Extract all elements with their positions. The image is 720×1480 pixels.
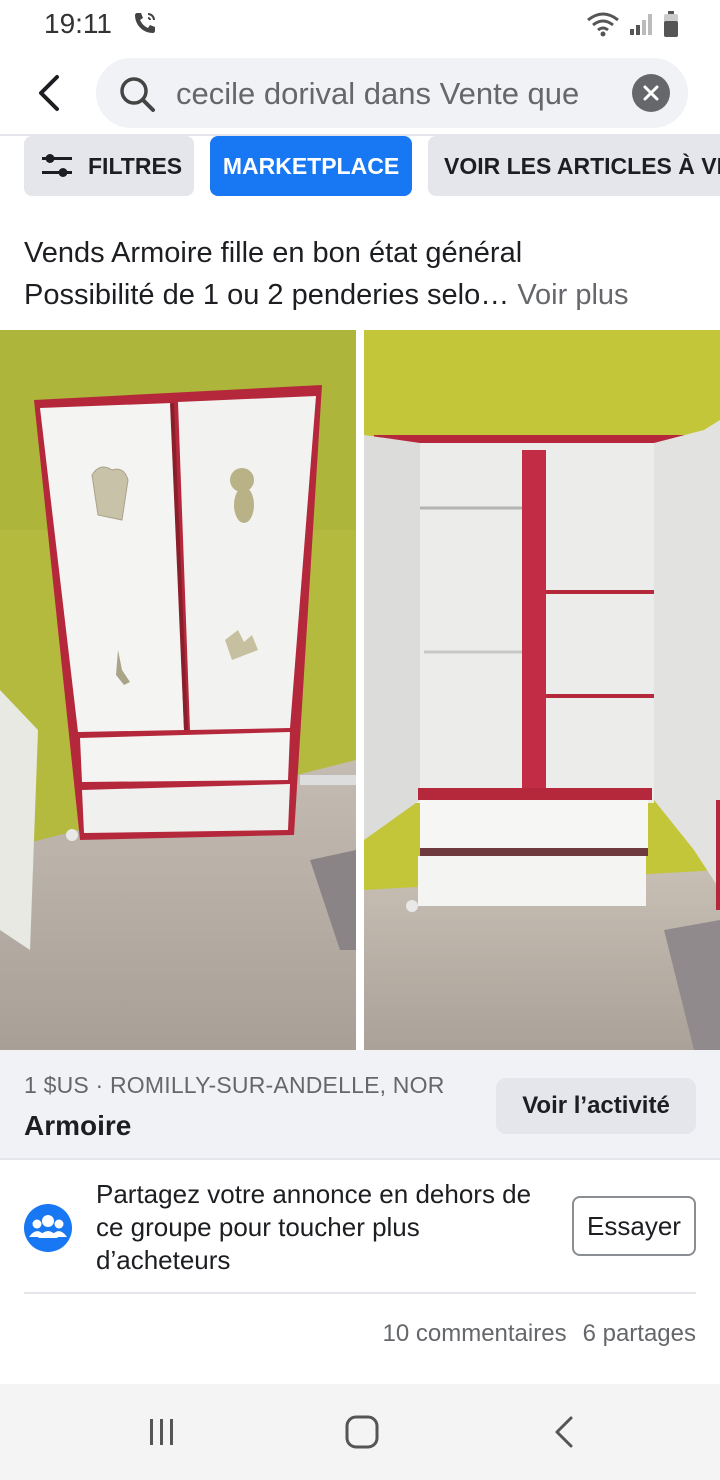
status-indicators	[586, 10, 680, 38]
wardrobe-photo-open[interactable]	[364, 330, 720, 1050]
back-button[interactable]	[22, 64, 74, 122]
wifi-icon	[587, 12, 619, 37]
see-articles-chip[interactable]: VOIR LES ARTICLES À VE	[428, 136, 720, 196]
divider	[24, 1292, 696, 1294]
back-arrow-icon	[39, 75, 59, 111]
try-button[interactable]: Essayer	[572, 1196, 696, 1256]
marketplace-chip[interactable]: MARKETPLACE	[210, 136, 412, 196]
home-button[interactable]	[342, 1412, 382, 1452]
search-header: cecile dorival dans Vente que	[0, 50, 720, 136]
post-text-line-2-content: Possibilité de 1 ou 2 penderies selo…	[24, 279, 510, 311]
recent-apps-icon	[150, 1419, 173, 1445]
listing-info-bar: 1 $US · ROMILLY-SUR-ANDELLE, NOR Armoire…	[0, 1050, 720, 1160]
filters-chip[interactable]: FILTRES	[24, 136, 194, 196]
shares-count[interactable]: 6 partages	[583, 1320, 696, 1348]
call-wifi-icon	[135, 13, 155, 33]
share-prompt: Partagez votre annonce en dehors de ce g…	[0, 1162, 720, 1292]
battery-icon	[664, 11, 678, 37]
group-icon	[24, 1204, 72, 1252]
chevron-left-icon	[555, 1416, 573, 1448]
post-description: Vends Armoire fille en bon état général …	[24, 232, 700, 316]
wardrobe-closed-image	[0, 330, 356, 1050]
signal-icon	[630, 14, 652, 35]
engagement-stats: 10 commentaires 6 partages	[383, 1320, 697, 1348]
filters-chip-label: FILTRES	[88, 152, 183, 179]
view-activity-button[interactable]: Voir l’activité	[496, 1078, 696, 1134]
see-more-link[interactable]: Voir plus	[517, 279, 628, 311]
post-text-line-1: Vends Armoire fille en bon état général	[24, 237, 523, 269]
home-icon	[345, 1415, 379, 1449]
share-prompt-text: Partagez votre annonce en dehors de ce g…	[96, 1179, 532, 1275]
filter-chips: FILTRES MARKETPLACE VOIR LES ARTICLES À …	[24, 136, 720, 198]
listing-price-location: 1 $US · ROMILLY-SUR-ANDELLE, NOR	[24, 1072, 445, 1098]
close-icon	[643, 85, 659, 101]
post-text-line-2: Possibilité de 1 ou 2 penderies selo… Vo…	[24, 274, 700, 316]
search-input[interactable]: cecile dorival dans Vente que	[96, 58, 688, 128]
system-back-button[interactable]	[544, 1412, 584, 1452]
tune-icon	[42, 154, 72, 177]
listing-title[interactable]: Armoire	[24, 1110, 131, 1142]
wardrobe-photo-closed[interactable]	[0, 330, 356, 1050]
search-query-text[interactable]: cecile dorival dans Vente que	[176, 76, 616, 112]
recent-apps-button[interactable]	[142, 1412, 182, 1452]
status-bar: 19:11	[0, 0, 720, 50]
search-icon	[120, 77, 155, 112]
comments-count[interactable]: 10 commentaires	[383, 1320, 567, 1348]
clear-search-button[interactable]	[632, 74, 670, 112]
wardrobe-open-image	[364, 330, 720, 1050]
status-time: 19:11	[44, 8, 112, 39]
listing-photos	[0, 330, 720, 1050]
system-nav-bar	[0, 1384, 720, 1480]
